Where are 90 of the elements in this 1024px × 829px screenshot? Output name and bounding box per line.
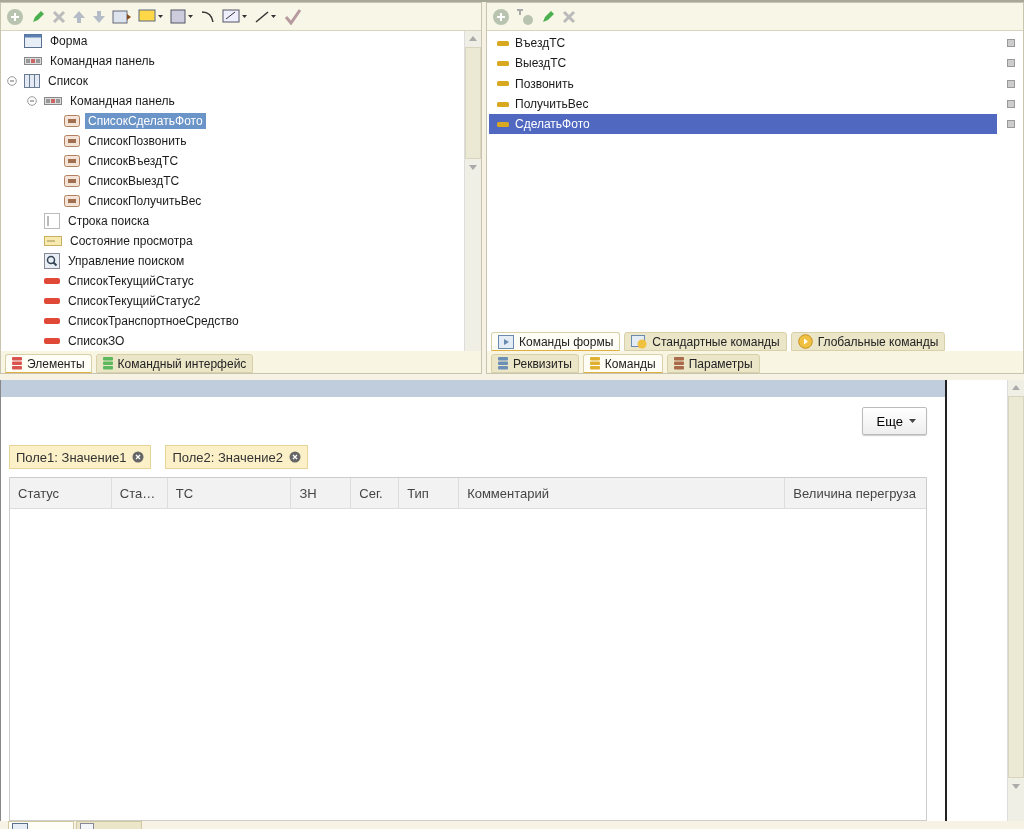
- collapse-icon[interactable]: [27, 96, 37, 106]
- tree-item[interactable]: СписокПолучитьВес: [85, 193, 205, 209]
- more-button[interactable]: Еще: [861, 407, 927, 435]
- tree-item[interactable]: Форма: [47, 33, 91, 49]
- clear-icon[interactable]: [132, 451, 145, 463]
- column-header[interactable]: Ста…: [111, 478, 168, 508]
- scrollbar[interactable]: [464, 31, 481, 351]
- filter-tag[interactable]: Поле2: Значение2: [165, 445, 308, 469]
- square-icon: [1007, 120, 1015, 129]
- close-icon[interactable]: [562, 9, 576, 24]
- column-header[interactable]: Тип: [399, 478, 460, 508]
- tab[interactable]: Командный интерфейс: [95, 354, 254, 373]
- tree-item[interactable]: Командная панель: [67, 93, 178, 109]
- command-item[interactable]: СделатьФото: [489, 114, 997, 135]
- checkmark-icon[interactable]: [284, 8, 302, 25]
- ok-button-icon: [64, 175, 80, 187]
- square-icon: [1007, 39, 1015, 48]
- column-header[interactable]: ТС: [167, 478, 292, 508]
- pencil-icon[interactable]: [30, 8, 46, 25]
- ok-button-icon: [64, 115, 80, 127]
- close-icon[interactable]: [52, 9, 66, 24]
- field-icon: [44, 298, 60, 304]
- command-icon: [497, 81, 509, 87]
- command-item[interactable]: ВыездТС: [489, 53, 997, 74]
- square-icon: [1007, 59, 1015, 68]
- add-icon[interactable]: [6, 7, 24, 26]
- tree-item[interactable]: Состояние просмотра: [67, 233, 196, 249]
- form-icon: [24, 34, 42, 48]
- text-field-icon: [44, 213, 60, 229]
- tab[interactable]: Реквизиты: [491, 354, 579, 373]
- command-item[interactable]: ПолучитьВес: [489, 93, 997, 115]
- command-item[interactable]: ВъездТС: [489, 33, 997, 54]
- tab[interactable]: Команды: [582, 354, 663, 373]
- search-icon: [44, 253, 60, 269]
- command-bar-icon: [24, 57, 42, 65]
- up-arrow-icon[interactable]: [72, 9, 86, 24]
- column-header[interactable]: Комментарий: [459, 478, 786, 508]
- tab[interactable]: Элементы: [5, 354, 92, 373]
- scrollbar[interactable]: [1007, 380, 1024, 821]
- command-item[interactable]: Позвонить: [489, 73, 997, 94]
- column-header[interactable]: Статус: [10, 478, 112, 508]
- tree-item[interactable]: Командная панель: [47, 53, 158, 69]
- ok-button-icon: [64, 155, 80, 167]
- tree-item[interactable]: СписокТекущийСтатус2: [65, 293, 204, 309]
- tree-item[interactable]: Строка поиска: [65, 213, 153, 229]
- field-icon: [44, 318, 60, 324]
- filter-tag[interactable]: Поле1: Значение1: [9, 445, 152, 469]
- tree-item[interactable]: СписокВъездТС: [85, 153, 182, 169]
- down-arrow-icon[interactable]: [92, 9, 106, 24]
- column-header[interactable]: Сег.: [351, 478, 400, 508]
- command-icon: [497, 101, 509, 107]
- square-icon: [1007, 100, 1015, 109]
- tree-item[interactable]: СписокПозвонить: [85, 133, 190, 149]
- command-bar-icon: [44, 97, 62, 105]
- pencil-icon[interactable]: [540, 8, 556, 25]
- ok-button-icon: [64, 135, 80, 147]
- command-icon: [497, 60, 509, 66]
- field-icon: [44, 278, 60, 284]
- resize-monitor-icon[interactable]: [222, 8, 248, 25]
- tab[interactable]: Параметры: [666, 354, 760, 373]
- play-circle-icon: [797, 334, 813, 349]
- collapse-icon[interactable]: [7, 76, 17, 86]
- command-icon: [497, 121, 509, 127]
- diagonal-arrow-icon[interactable]: [254, 8, 278, 25]
- play-window-icon: [498, 334, 514, 349]
- tree-item[interactable]: Список: [45, 73, 91, 89]
- tree-item[interactable]: СписокВыездТС: [85, 173, 183, 189]
- clear-icon[interactable]: [288, 451, 301, 463]
- tab[interactable]: Глобальные команды: [790, 332, 946, 351]
- layout-icon[interactable]: [170, 8, 194, 25]
- tab[interactable]: Команды формы: [491, 332, 621, 351]
- table-icon: [24, 74, 40, 88]
- square-icon: [1007, 79, 1015, 88]
- form-icon: [12, 823, 28, 829]
- command-icon: [497, 40, 509, 46]
- column-header[interactable]: Величина перегруза: [785, 478, 926, 508]
- monitor-icon[interactable]: [138, 8, 164, 25]
- tree-item[interactable]: СписокТранспортноеСредство: [65, 313, 242, 329]
- tree-item[interactable]: СписокТекущийСтатус: [65, 273, 197, 289]
- field-icon: [44, 338, 60, 344]
- table-icon[interactable]: [112, 8, 132, 25]
- tree-item[interactable]: СписокЗО: [65, 333, 128, 349]
- ok-button-icon: [64, 195, 80, 207]
- tree-item[interactable]: Управление поиском: [65, 253, 188, 269]
- column-header[interactable]: ЗН: [291, 478, 352, 508]
- document-icon: [80, 823, 94, 829]
- status-bar-icon: [44, 236, 62, 246]
- caret-icon: [909, 419, 916, 423]
- tab[interactable]: Стандартные команды: [624, 332, 787, 351]
- add-icon[interactable]: [492, 7, 510, 26]
